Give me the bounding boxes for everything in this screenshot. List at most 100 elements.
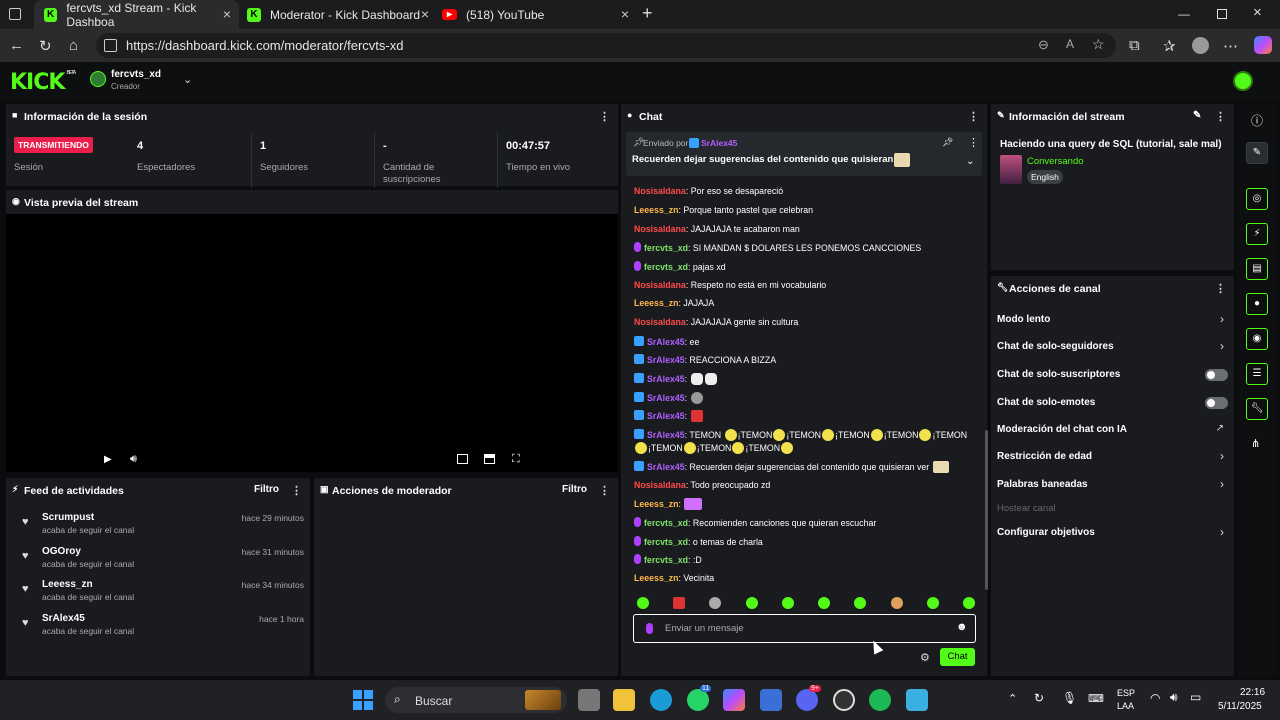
app-icon[interactable] <box>760 689 782 711</box>
stream-info-menu-icon[interactable]: ⋮ <box>1215 110 1226 123</box>
action-configure-goals[interactable]: Configurar objetivos <box>997 527 1095 538</box>
chat-settings-gear-icon[interactable]: ⚙ <box>920 651 930 664</box>
modactions-menu-icon[interactable]: ⋮ <box>599 484 610 497</box>
tab-actions-icon[interactable] <box>9 8 21 20</box>
keyboard-icon[interactable]: ⌨ <box>1088 692 1104 705</box>
share-icon[interactable]: ⋔ <box>1251 437 1260 450</box>
close-tab-icon[interactable]: × <box>421 6 429 22</box>
back-icon[interactable]: ← <box>9 37 24 54</box>
quick-emote[interactable] <box>673 597 686 609</box>
chat-menu-icon[interactable]: ⋮ <box>968 110 979 123</box>
read-aloud-icon[interactable]: A <box>1066 37 1074 51</box>
action-slow-mode[interactable]: Modo lento <box>997 314 1050 325</box>
feed-menu-icon[interactable]: ⋮ <box>291 484 302 497</box>
channel-actions-menu-icon[interactable]: ⋮ <box>1215 282 1226 295</box>
edit-pencil-icon[interactable]: ✎ <box>1246 142 1268 164</box>
wifi-icon[interactable]: ◠ <box>1150 691 1160 705</box>
clock-date[interactable]: 5/11/2025 <box>1218 701 1262 712</box>
chat-bubble-icon[interactable]: ● <box>1246 293 1268 315</box>
feed-filter-button[interactable]: Filtro <box>254 484 279 495</box>
copilot-icon[interactable] <box>1254 36 1272 54</box>
quick-emote[interactable] <box>818 597 831 609</box>
fullscreen-icon[interactable]: ⛶ <box>512 453 520 466</box>
emoji-picker-icon[interactable]: ☻ <box>956 621 968 633</box>
minimize-icon[interactable]: — <box>1178 7 1190 21</box>
focus-icon[interactable]: ◎ <box>1246 188 1268 210</box>
spotify-icon[interactable] <box>869 689 891 711</box>
expand-chevron-icon[interactable]: ⌄ <box>966 156 974 167</box>
clock-time[interactable]: 22:16 <box>1240 687 1265 698</box>
channel-switch-chevron-icon[interactable]: ⌄ <box>183 73 192 86</box>
pinned-menu-icon[interactable]: ⋮ <box>968 136 979 149</box>
zoom-icon[interactable]: ⊖ <box>1038 37 1049 53</box>
battery-icon[interactable]: ▭ <box>1190 690 1201 704</box>
session-menu-icon[interactable]: ⋮ <box>599 110 610 123</box>
mic-icon[interactable]: 🎙︎ <box>1062 691 1077 705</box>
subscribers-only-toggle[interactable] <box>1205 369 1228 381</box>
modactions-filter-button[interactable]: Filtro <box>562 484 587 495</box>
close-window-icon[interactable]: × <box>1253 4 1262 21</box>
home-icon[interactable]: ⌂ <box>69 37 78 54</box>
language-line-2[interactable]: LAA <box>1117 701 1134 711</box>
channel-name[interactable]: fercvts_xd <box>111 69 161 80</box>
new-tab-icon[interactable]: + <box>642 3 653 24</box>
play-icon[interactable]: ▶ <box>104 454 112 465</box>
notepad-icon[interactable] <box>906 689 928 711</box>
action-age-restriction[interactable]: Restricción de edad <box>997 451 1092 462</box>
info-icon[interactable]: ⓘ <box>1251 112 1263 129</box>
refresh-icon[interactable]: ↻ <box>39 37 52 55</box>
wrench-icon[interactable]: 🔧︎ <box>1246 398 1268 420</box>
obs-icon[interactable] <box>833 689 855 711</box>
site-info-icon[interactable] <box>104 39 117 52</box>
task-view-icon[interactable] <box>578 689 600 711</box>
volume-icon[interactable]: 🔊︎ <box>130 453 137 466</box>
sync-icon[interactable]: ↻ <box>1034 691 1044 705</box>
quick-emote[interactable] <box>854 597 867 609</box>
taskbar-search[interactable]: ⌕ Buscar <box>385 687 567 713</box>
broadcast-icon[interactable]: ◉ <box>1246 328 1268 350</box>
quick-emote[interactable] <box>962 597 975 609</box>
url-field[interactable]: https://dashboard.kick.com/moderator/fer… <box>96 33 1116 58</box>
pinned-user[interactable]: SrAlex45 <box>701 138 737 148</box>
maximize-icon[interactable] <box>1217 9 1227 19</box>
action-banned-words[interactable]: Palabras baneadas <box>997 479 1088 490</box>
file-explorer-icon[interactable] <box>613 689 635 711</box>
tab-youtube[interactable]: ▸ (518) YouTube × <box>432 0 637 29</box>
favorite-star-icon[interactable]: ☆ <box>1092 36 1105 53</box>
quick-emote[interactable] <box>709 597 722 609</box>
stream-category[interactable]: Conversando <box>1027 156 1084 167</box>
kick-logo[interactable]: KICK BETA <box>10 70 76 95</box>
favorites-icon[interactable]: ✰ <box>1163 37 1176 55</box>
quick-emote[interactable] <box>926 597 939 609</box>
edit-stream-icon[interactable]: ✎ <box>1193 110 1201 121</box>
tab-moderator[interactable]: K Moderator - Kick Dashboard × <box>237 0 437 29</box>
quick-emote[interactable] <box>781 597 794 609</box>
pip-icon[interactable] <box>457 454 468 464</box>
quick-emote[interactable] <box>637 597 649 609</box>
quick-emote[interactable] <box>890 597 903 609</box>
quick-emote[interactable] <box>745 597 758 609</box>
extensions-icon[interactable]: ⧉ <box>1129 37 1140 54</box>
start-windows-icon[interactable] <box>353 690 373 710</box>
action-followers-only[interactable]: Chat de solo-seguidores <box>997 341 1114 352</box>
chat-scrollbar[interactable] <box>985 430 988 590</box>
chat-input[interactable]: Enviar un mensaje ☻ <box>633 614 976 643</box>
unpin-icon[interactable]: 📌︎ <box>942 137 953 148</box>
list-icon[interactable]: ☰ <box>1246 363 1268 385</box>
language-line-1[interactable]: ESP <box>1117 688 1135 698</box>
theater-icon[interactable] <box>484 454 495 464</box>
send-chat-button[interactable]: Chat <box>940 648 975 666</box>
tray-chevron-icon[interactable]: ⌃ <box>1008 692 1017 705</box>
document-icon[interactable]: ▤ <box>1246 258 1268 280</box>
volume-tray-icon[interactable]: 🔊︎ <box>1170 690 1178 705</box>
user-avatar[interactable] <box>1233 71 1253 91</box>
emotes-only-toggle[interactable] <box>1205 397 1228 409</box>
edge-icon[interactable] <box>650 689 672 711</box>
action-ai-moderation[interactable]: Moderación del chat con IA <box>997 424 1127 435</box>
lightning-icon[interactable]: ⚡︎ <box>1246 223 1268 245</box>
copilot-app-icon[interactable] <box>723 689 745 711</box>
discord-icon[interactable] <box>796 689 818 711</box>
tab-kick-stream[interactable]: K fercvts_xd Stream - Kick Dashboa × <box>34 0 239 29</box>
profile-avatar[interactable] <box>1192 37 1209 54</box>
channel-avatar[interactable] <box>90 71 106 87</box>
